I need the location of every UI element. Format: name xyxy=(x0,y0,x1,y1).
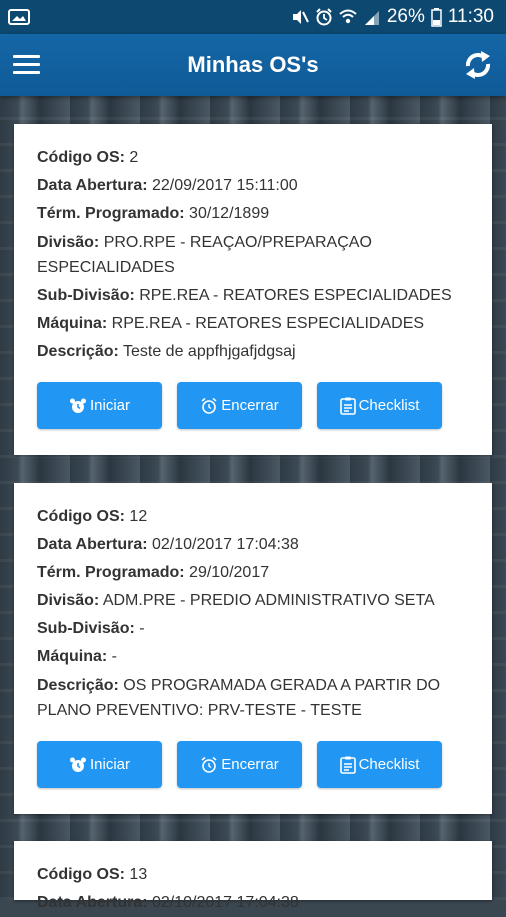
term-programado-label: Térm. Programado: xyxy=(37,205,185,222)
clock-time: 11:30 xyxy=(447,6,494,27)
signal-icon xyxy=(363,8,381,26)
sub-divisao-row: Sub-Divisão: RPE.REA - REATORES ESPECIAL… xyxy=(37,282,470,310)
sub-divisao-value: RPE.REA - REATORES ESPECIALIDADES xyxy=(134,287,452,304)
descricao-label: Descrição: xyxy=(37,677,119,694)
maquina-row: Máquina: - xyxy=(37,643,470,671)
encerrar-label: Encerrar xyxy=(221,756,279,773)
os-card: Código OS: 2 Data Abertura: 22/09/2017 1… xyxy=(14,124,492,455)
codigo-row: Código OS: 2 xyxy=(37,144,470,172)
clipboard-icon xyxy=(339,397,356,415)
gallery-notification-icon xyxy=(8,8,30,26)
action-buttons: Iniciar Encerrar Checklist xyxy=(37,741,470,788)
codigo-value: 12 xyxy=(124,508,148,525)
app-bar: Minhas OS's xyxy=(0,34,506,96)
refresh-button[interactable] xyxy=(462,48,494,82)
refresh-icon xyxy=(465,51,491,79)
descricao-row: Descrição: Teste de appfhjgafjdgsaj xyxy=(37,338,470,366)
sub-divisao-value: - xyxy=(134,620,145,637)
maquina-label: Máquina: xyxy=(37,315,108,332)
clipboard-icon xyxy=(339,756,356,774)
menu-button[interactable] xyxy=(12,51,42,79)
os-card: Código OS: 12 Data Abertura: 02/10/2017 … xyxy=(14,483,492,814)
codigo-value: 13 xyxy=(124,866,148,883)
maquina-row: Máquina: RPE.REA - REATORES ESPECIALIDAD… xyxy=(37,310,470,338)
codigo-label: Código OS: xyxy=(37,508,125,525)
divisao-value: ADM.PRE - PREDIO ADMINISTRATIVO SETA xyxy=(99,592,435,609)
term-programado-value: 29/10/2017 xyxy=(184,564,270,581)
alarm-clock-icon xyxy=(69,757,86,772)
checklist-label: Checklist xyxy=(358,756,420,773)
divisao-label: Divisão: xyxy=(37,592,100,609)
data-abertura-row: Data Abertura: 22/09/2017 15:11:00 xyxy=(37,172,470,200)
divisao-row: Divisão: ADM.PRE - PREDIO ADMINISTRATIVO… xyxy=(37,587,470,615)
data-abertura-label: Data Abertura: xyxy=(37,177,148,194)
encerrar-label: Encerrar xyxy=(221,397,279,414)
maquina-label: Máquina: xyxy=(37,648,108,665)
term-programado-label: Térm. Programado: xyxy=(37,564,185,581)
maquina-value: - xyxy=(107,648,117,665)
data-abertura-label: Data Abertura: xyxy=(37,536,148,553)
checklist-button[interactable]: Checklist xyxy=(317,741,442,788)
alarm-clock-icon xyxy=(69,398,86,413)
codigo-row: Código OS: 13 xyxy=(37,861,470,889)
iniciar-button[interactable]: Iniciar xyxy=(37,382,162,429)
page-title: Minhas OS's xyxy=(187,52,319,77)
action-buttons: Iniciar Encerrar Checklist xyxy=(37,382,470,429)
term-programado-row: Térm. Programado: 30/12/1899 xyxy=(37,200,470,228)
wifi-icon xyxy=(339,8,357,26)
term-programado-row: Térm. Programado: 29/10/2017 xyxy=(37,559,470,587)
checklist-label: Checklist xyxy=(358,397,420,414)
iniciar-label: Iniciar xyxy=(89,756,130,773)
maquina-value: RPE.REA - REATORES ESPECIALIDADES xyxy=(107,315,425,332)
encerrar-button[interactable]: Encerrar xyxy=(177,741,302,788)
divisao-row: Divisão: PRO.RPE - REAÇAO/PREPARAÇAO ESP… xyxy=(37,228,470,282)
hamburger-icon xyxy=(13,55,40,74)
data-abertura-row: Data Abertura: 02/10/2017 17:04:38 xyxy=(37,531,470,559)
data-abertura-value: 22/09/2017 15:11:00 xyxy=(147,177,298,194)
codigo-label: Código OS: xyxy=(37,149,125,166)
os-card: Código OS: 13 Data Abertura: 02/10/2017 … xyxy=(14,841,492,911)
term-programado-value: 30/12/1899 xyxy=(184,205,270,222)
codigo-label: Código OS: xyxy=(37,866,125,883)
sub-divisao-row: Sub-Divisão: - xyxy=(37,615,470,643)
data-abertura-label: Data Abertura: xyxy=(37,894,148,911)
encerrar-button[interactable]: Encerrar xyxy=(177,382,302,429)
divisao-label: Divisão: xyxy=(37,234,100,251)
battery-percent: 26% xyxy=(386,6,425,27)
descricao-value: Teste de appfhjgafjdgsaj xyxy=(118,343,296,360)
descricao-label: Descrição: xyxy=(37,343,119,360)
data-abertura-value: 02/10/2017 17:04:38 xyxy=(147,894,299,911)
sub-divisao-label: Sub-Divisão: xyxy=(37,620,135,637)
sub-divisao-label: Sub-Divisão: xyxy=(37,287,135,304)
alarm-off-icon xyxy=(201,756,217,773)
codigo-value: 2 xyxy=(124,149,139,166)
iniciar-label: Iniciar xyxy=(89,397,130,414)
battery-icon xyxy=(431,7,442,27)
data-abertura-value: 02/10/2017 17:04:38 xyxy=(147,536,299,553)
data-abertura-row: Data Abertura: 02/10/2017 17:04:38 xyxy=(37,889,470,917)
status-bar: 26% 11:30 xyxy=(0,0,506,34)
codigo-row: Código OS: 12 xyxy=(37,503,470,531)
alarm-icon xyxy=(315,8,333,26)
alarm-off-icon xyxy=(201,397,217,414)
iniciar-button[interactable]: Iniciar xyxy=(37,741,162,788)
checklist-button[interactable]: Checklist xyxy=(317,382,442,429)
mute-icon xyxy=(291,8,309,26)
descricao-row: Descrição: OS PROGRAMADA GERADA A PARTIR… xyxy=(37,671,470,725)
